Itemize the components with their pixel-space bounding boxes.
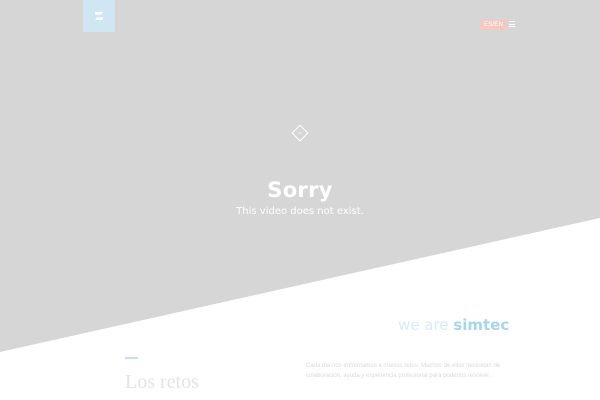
brand-prefix: we are (398, 316, 454, 334)
simtec-logo-icon (95, 12, 103, 20)
section-body-text: Cada día nos enfrentamos a nuevos retos.… (306, 363, 501, 379)
error-title: Sorry (267, 178, 333, 202)
page: ES/EN Sorry This video does not exist. w… (0, 0, 600, 400)
play-diamond-icon[interactable] (291, 124, 309, 142)
brand-name: simtec (453, 316, 510, 334)
hamburger-menu-icon[interactable] (509, 21, 515, 27)
headline-accent-line (125, 357, 138, 359)
brand-tagline: we are simtec (398, 316, 509, 334)
section-headline: Los retos (125, 371, 199, 393)
logo[interactable] (83, 0, 115, 32)
language-switch[interactable]: ES/EN (480, 20, 508, 30)
error-message: This video does not exist. (236, 206, 364, 217)
